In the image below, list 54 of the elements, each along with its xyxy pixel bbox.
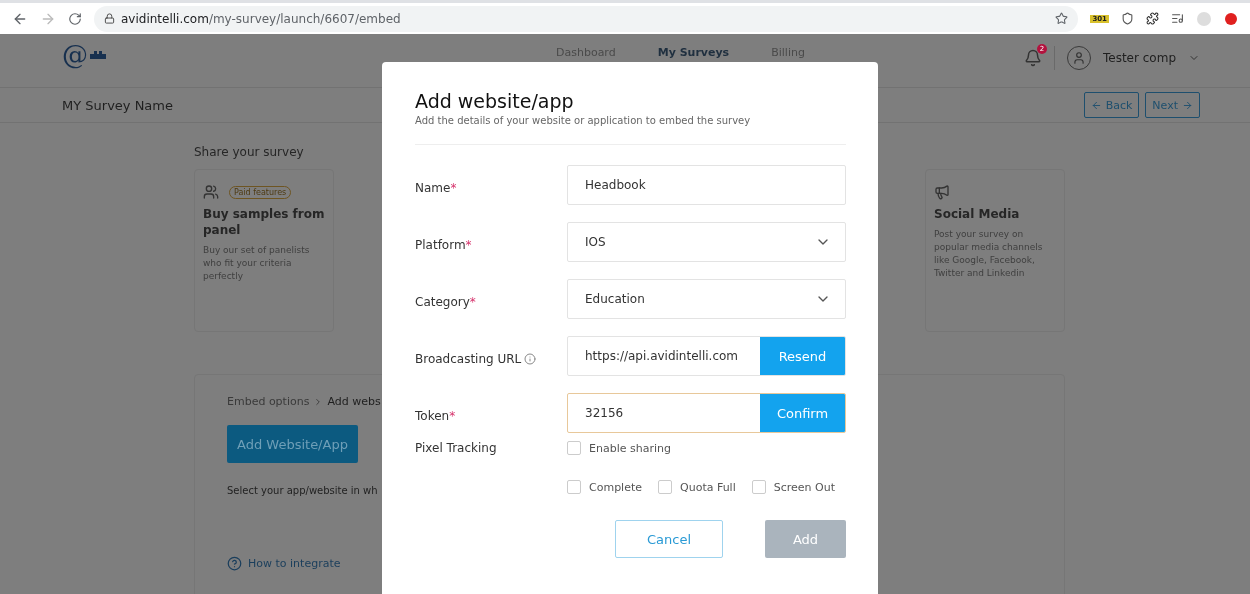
checkbox-label: Enable sharing	[589, 441, 671, 455]
hint-text: Select your app/website in wh	[227, 485, 378, 496]
back-button[interactable]: Back	[1083, 92, 1140, 118]
checkbox[interactable]	[658, 480, 672, 494]
add-website-button[interactable]: Add Website/App	[227, 425, 358, 463]
field-label: Token*	[415, 409, 456, 423]
reload-icon[interactable]	[68, 11, 82, 26]
extensions-icon[interactable]	[1146, 12, 1159, 25]
checkbox[interactable]	[567, 441, 581, 455]
breadcrumb-item[interactable]: Embed options	[227, 395, 310, 408]
section-heading: Share your survey	[194, 145, 305, 159]
people-icon	[203, 184, 219, 200]
nav-link[interactable]: My Surveys	[657, 46, 730, 59]
checkbox[interactable]	[751, 480, 766, 494]
checkbox-label: Screen Out	[773, 480, 835, 494]
stop-icon[interactable]	[1224, 11, 1238, 26]
select-field[interactable]: IOS	[567, 222, 846, 262]
shield-icon[interactable]	[1121, 12, 1134, 25]
input-field[interactable]: https://api.avidintelli.com Resend	[567, 336, 846, 376]
next-button[interactable]: Next	[1145, 92, 1200, 118]
field-label: Platform*	[415, 238, 472, 252]
info-icon[interactable]	[524, 353, 537, 365]
lock-icon	[104, 13, 115, 24]
action-button[interactable]: Confirm	[760, 394, 845, 432]
card-title: Buy samples from panel	[203, 206, 325, 238]
help-link[interactable]: How to integrate	[227, 556, 341, 571]
modal-title: Add website/app	[415, 90, 575, 112]
help-icon	[227, 556, 242, 571]
checkbox-label: Quota Full	[680, 480, 736, 494]
input-field[interactable]: 32156 Confirm	[567, 393, 846, 433]
checkbox[interactable]	[567, 480, 581, 494]
bell-icon[interactable]	[1024, 49, 1042, 67]
survey-name: MY Survey Name	[62, 97, 173, 113]
cancel-button[interactable]: Cancel	[615, 520, 723, 558]
url-text: avidintelli.com/my-survey/launch/6607/embed	[121, 11, 401, 26]
megaphone-icon	[934, 184, 950, 200]
input-field[interactable]: Headbook	[567, 165, 846, 205]
logo-drawing: @	[62, 42, 106, 68]
modal-subtitle: Add the details of your website or application to embed the survey	[415, 115, 752, 126]
address-bar[interactable]: avidintelli.com/my-survey/launch/6607/embed	[94, 5, 1079, 32]
arrow-left-icon	[1090, 99, 1102, 111]
bookmark-star-icon[interactable]	[1055, 12, 1069, 25]
select-field[interactable]: Education	[567, 279, 846, 319]
field-label: Name*	[415, 181, 457, 195]
breadcrumb-item[interactable]: Add webs	[327, 395, 381, 408]
arrow-right-icon	[1182, 99, 1193, 111]
playlist-icon[interactable]	[1171, 12, 1184, 25]
field-label: Pixel Tracking	[415, 441, 497, 455]
action-button[interactable]: Resend	[760, 337, 845, 375]
field-label: Broadcasting URL	[415, 352, 522, 366]
field-label: Category*	[415, 295, 476, 309]
user-name[interactable]: Tester comp	[1103, 51, 1176, 65]
card-title: Social Media	[934, 206, 1021, 222]
checkbox-label: Complete	[589, 480, 642, 494]
